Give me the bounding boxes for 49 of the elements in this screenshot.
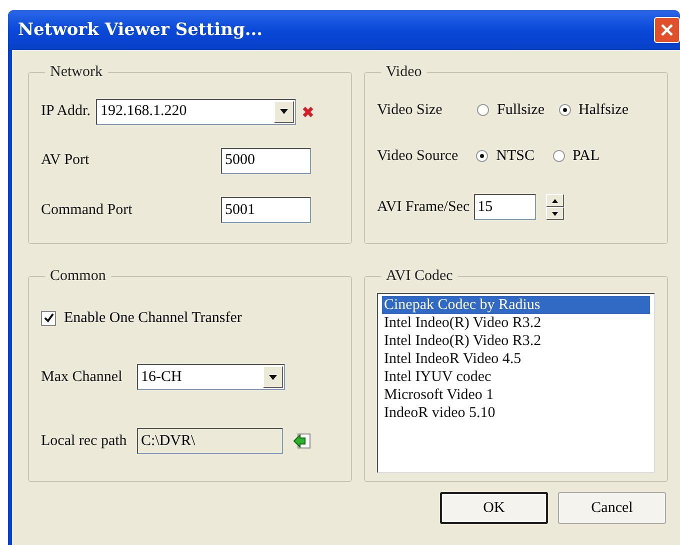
group-title: Video (385, 64, 423, 81)
field-label: AV Port (41, 152, 90, 170)
codec-list[interactable]: Cinepak Codec by Radius Intel Indeo(R) Video R3.2 Intel Indeo(R) Video R3.2 Intel IndeoR Video 4.5 Intel IYUV codec Microsoft Video 1 IndeoR video 5.10 (377, 293, 655, 473)
list-item[interactable]: Intel IndeoR Video 4.5 (382, 350, 650, 368)
dropdown-arrow-icon (280, 109, 288, 114)
path-field: C:\DVR\ (137, 428, 283, 454)
field-label: IP Addr. (41, 103, 90, 120)
input-field[interactable]: 15 (474, 194, 536, 220)
radio-option[interactable]: PAL (552, 148, 600, 165)
list-item[interactable]: IndeoR video 5.10 (382, 404, 650, 422)
dropdown-arrow-icon (269, 374, 277, 380)
list-item[interactable]: Intel Indeo(R) Video R3.2 (382, 332, 650, 350)
channel-combo-box[interactable]: 16-CH (137, 364, 285, 390)
checkbox-option[interactable]: Enable One Channel Transfer (41, 310, 339, 327)
radio-button[interactable] (476, 150, 488, 162)
input-field[interactable]: 5001 (221, 197, 311, 224)
field-label: Video Source (377, 148, 458, 165)
check-icon (44, 313, 54, 324)
spin-buttons[interactable] (546, 194, 564, 220)
browse-icon[interactable] (293, 432, 311, 450)
group-title: Common (49, 268, 107, 285)
close-button[interactable] (654, 17, 680, 43)
down-arrow-icon (552, 212, 558, 216)
input-field[interactable]: 5000 (221, 148, 311, 174)
radio-button[interactable] (552, 150, 565, 162)
radio-button[interactable] (477, 104, 489, 116)
radio-option[interactable]: Fullsize (477, 102, 544, 119)
list-item[interactable]: Microsoft Video 1 (382, 386, 650, 404)
window-title: Network Viewer Setting... (18, 20, 263, 40)
ok-button[interactable]: OK (440, 492, 548, 524)
group-title: AVI Codec (385, 268, 454, 285)
list-item[interactable]: Intel Indeo(R) Video R3.2 (382, 314, 650, 332)
field-label: Local rec path (41, 432, 128, 450)
close-icon (660, 23, 674, 37)
field-label: Max Channel (41, 368, 124, 386)
up-arrow-icon (552, 198, 558, 203)
field-label: AVI Frame/Sec (377, 198, 470, 216)
list-item[interactable]: Cinepak Codec by Radius (382, 296, 650, 314)
field-label: Video Size (377, 102, 444, 119)
ip-combo-box[interactable]: 192.168.1.220 (96, 98, 296, 125)
radio-button[interactable] (558, 104, 570, 116)
delete-icon[interactable] (302, 106, 314, 118)
list-item[interactable]: Intel IYUV codec (382, 368, 650, 386)
radio-option[interactable]: NTSC (476, 148, 535, 165)
checkbox[interactable] (41, 310, 56, 326)
radio-option[interactable]: Halfsize (558, 102, 628, 119)
field-label: Command Port (41, 202, 134, 219)
cancel-button[interactable]: Cancel (558, 492, 666, 524)
group-title: Network (49, 64, 104, 81)
